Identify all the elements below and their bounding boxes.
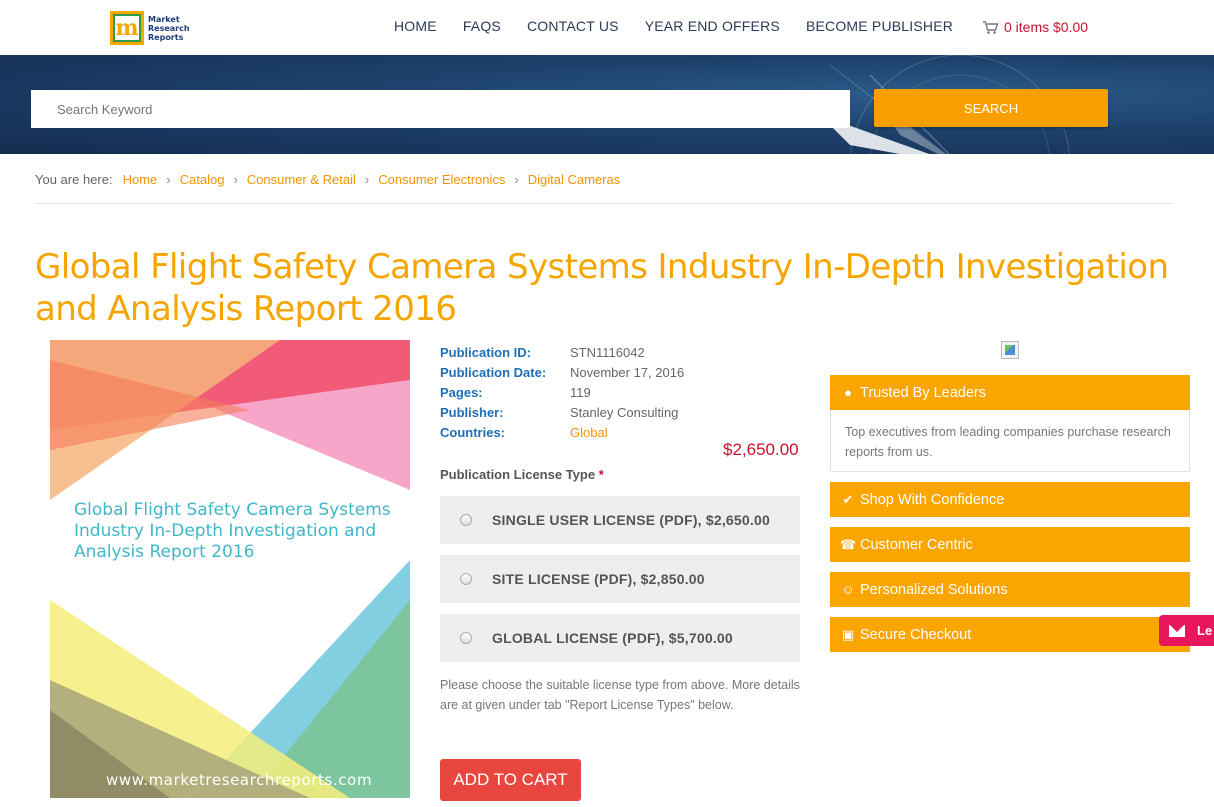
logo-text: Market Research Reports [148,14,190,42]
nav-year-end-offers[interactable]: YEAR END OFFERS [645,18,780,34]
add-to-cart-button[interactable]: ADD TO CART [440,759,581,801]
license-type-heading: Publication License Type * [440,467,604,482]
publisher-name: Stanley Consulting [570,404,679,420]
radio-button[interactable] [460,514,472,526]
required-mark: * [598,467,604,482]
license-note: Please choose the suitable license type … [440,678,800,712]
meta-row: Pages: 119 [440,384,591,400]
breadcrumb-catalog[interactable]: Catalog [180,172,225,187]
cart-summary[interactable]: 0 items $0.00 [982,19,1088,35]
chevron-right-icon: › [166,172,171,187]
page-count: 119 [570,384,591,400]
users-icon: ● [844,385,852,400]
country-link[interactable]: Global [570,425,608,440]
personalized-solutions[interactable]: ☺ Personalized Solutions [830,572,1190,607]
cart-label: 0 items $0.00 [1004,19,1089,35]
publication-date: November 17, 2016 [570,364,685,380]
trusted-by-leaders-header: ● Trusted By Leaders [830,375,1190,410]
cover-title: Global Flight Safety Camera Systems Indu… [74,500,391,562]
site-logo[interactable]: m Market Research Reports [110,10,190,46]
phone-icon: ☎ [840,536,857,552]
license-option-global[interactable]: GLOBAL LICENSE (PDF), $5,700.00 [440,614,800,662]
nav-contact-us[interactable]: CONTACT US [527,18,619,34]
page-title: Global Flight Safety Camera Systems Indu… [35,247,1169,329]
radio-button[interactable] [460,573,472,585]
report-price: $2,650.00 [723,440,799,459]
publication-id: STN1116042 [570,344,645,360]
breadcrumb-consumer-retail[interactable]: Consumer & Retail [247,172,356,187]
meta-row: Publication Date: November 17, 2016 [440,364,685,380]
license-option-single-user[interactable]: SINGLE USER LICENSE (PDF), $2,650.00 [440,496,800,544]
shop-with-confidence[interactable]: ✔ Shop With Confidence [830,482,1190,517]
cart-icon: ▣ [841,626,855,642]
breadcrumb-home[interactable]: Home [123,172,158,187]
search-input[interactable] [31,90,850,128]
divider [35,203,1173,204]
customer-centric[interactable]: ☎ Customer Centric [830,527,1190,562]
chevron-right-icon: › [514,172,519,187]
logo-mark: m [110,11,144,45]
nav-home[interactable]: HOME [394,18,437,34]
thumbs-up-icon: ✔ [842,491,854,507]
breadcrumb-digital-cameras[interactable]: Digital Cameras [528,172,620,187]
meta-row: Publisher: Stanley Consulting [440,404,679,420]
nav-become-publisher[interactable]: BECOME PUBLISHER [806,18,953,34]
report-cover-image: Global Flight Safety Camera Systems Indu… [50,340,410,798]
smile-icon: ☺ [841,582,855,597]
meta-row: Countries: Global [440,424,608,440]
search-button[interactable]: SEARCH [874,89,1108,127]
chevron-right-icon: › [233,172,238,187]
cart-icon [983,20,999,34]
search-banner: SEARCH [0,55,1214,154]
breadcrumb-consumer-electronics[interactable]: Consumer Electronics [378,172,505,187]
cover-url: www.marketresearchreports.com [106,771,373,789]
broken-image-icon [1001,341,1019,359]
license-option-site[interactable]: SITE LICENSE (PDF), $2,850.00 [440,555,800,603]
secure-checkout[interactable]: ▣ Secure Checkout [830,617,1190,652]
publication-details: Publication ID: STN1116042 Publication D… [440,342,684,442]
nav-faqs[interactable]: FAQS [463,18,501,34]
contact-mail-tab[interactable]: Le [1159,615,1214,646]
breadcrumb-lead: You are here: [35,172,113,187]
main-nav: HOME FAQS CONTACT US YEAR END OFFERS BEC… [394,18,979,34]
meta-row: Publication ID: STN1116042 [440,344,645,360]
breadcrumb: You are here: Home › Catalog › Consumer … [35,172,620,187]
top-header: m Market Research Reports HOME FAQS CONT… [0,0,1214,55]
radio-button[interactable] [460,632,472,644]
trusted-by-leaders-text: Top executives from leading companies pu… [830,410,1190,472]
chevron-right-icon: › [364,172,370,187]
envelope-icon [1169,624,1185,637]
